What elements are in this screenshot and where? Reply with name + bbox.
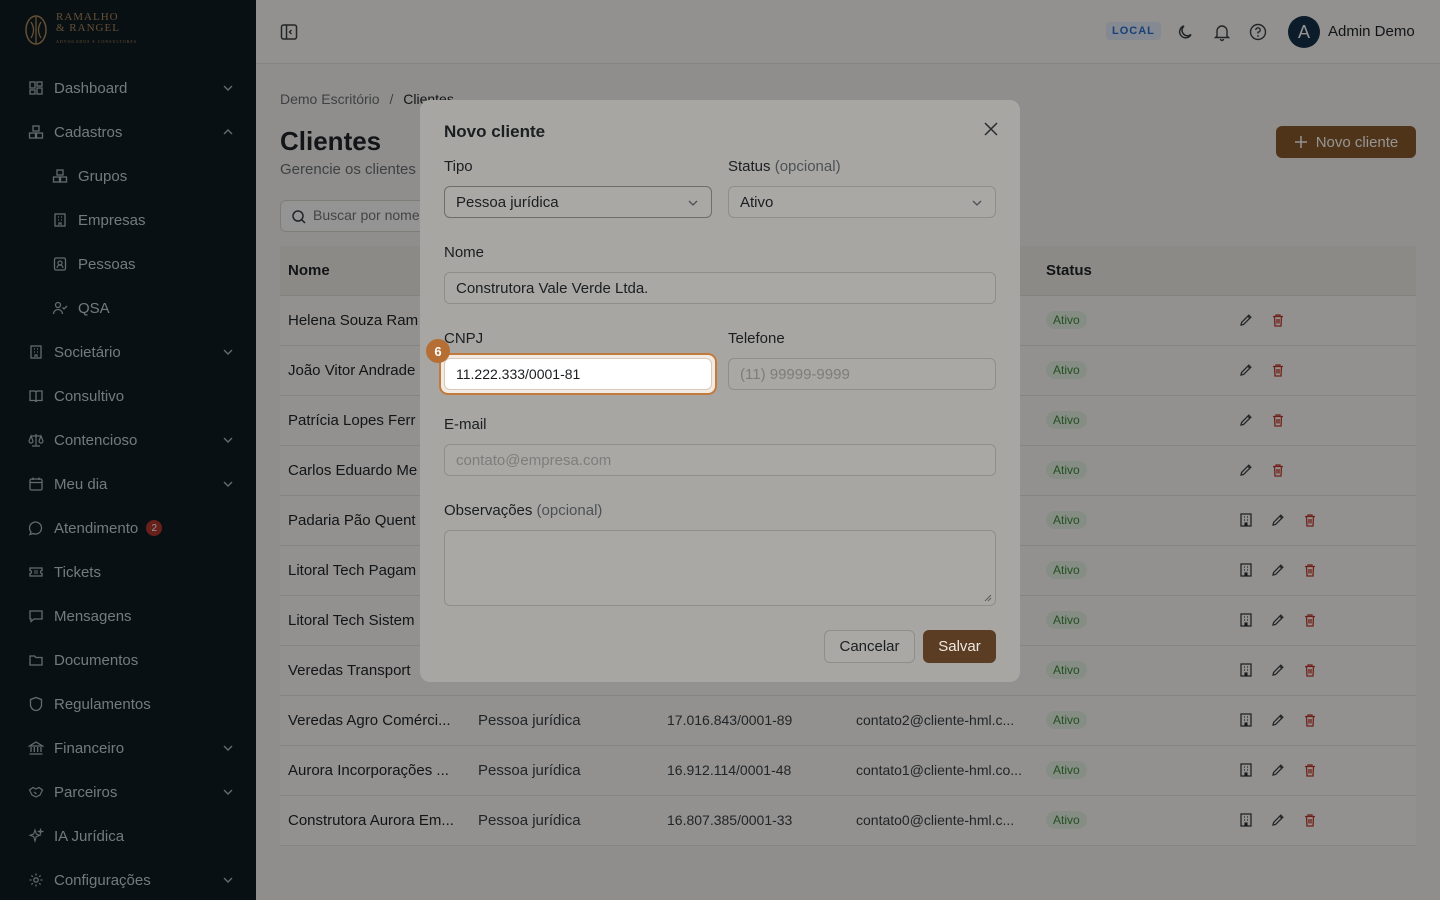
observacoes-label: Observações (opcional) (444, 502, 602, 519)
observacoes-label-text: Observações (444, 502, 533, 519)
new-client-dialog: Novo cliente Tipo Pessoa jurídica Status… (420, 100, 1020, 682)
email-input[interactable]: contato@empresa.com (444, 444, 996, 476)
nome-label: Nome (444, 244, 485, 261)
cnpj-label: CNPJ (444, 330, 484, 347)
email-label: E-mail (444, 416, 487, 433)
cancel-button[interactable]: Cancelar (824, 630, 915, 663)
chevron-down-icon (972, 200, 982, 206)
nome-input[interactable]: Construtora Vale Verde Ltda. (444, 272, 996, 304)
status-label: Status (opcional) (728, 158, 841, 175)
cnpj-input[interactable]: 11.222.333/0001-81 (444, 358, 712, 390)
status-optional-hint: (opcional) (774, 158, 841, 175)
close-icon[interactable] (982, 120, 1000, 138)
telefone-input[interactable]: (11) 99999-9999 (728, 358, 996, 390)
observacoes-textarea[interactable] (444, 530, 996, 606)
dialog-title: Novo cliente (444, 122, 546, 141)
status-select[interactable]: Ativo (728, 186, 996, 218)
resize-handle-icon[interactable] (984, 594, 992, 602)
observacoes-optional-hint: (opcional) (536, 502, 603, 519)
tipo-select[interactable]: Pessoa jurídica (444, 186, 712, 218)
telefone-label: Telefone (728, 330, 785, 347)
chevron-down-icon (688, 200, 698, 206)
step-number-badge: 6 (426, 339, 450, 363)
tipo-select-value: Pessoa jurídica (456, 194, 559, 211)
status-label-text: Status (728, 158, 771, 175)
save-button[interactable]: Salvar (923, 630, 996, 663)
tipo-label: Tipo (444, 158, 473, 175)
status-select-value: Ativo (740, 194, 774, 211)
